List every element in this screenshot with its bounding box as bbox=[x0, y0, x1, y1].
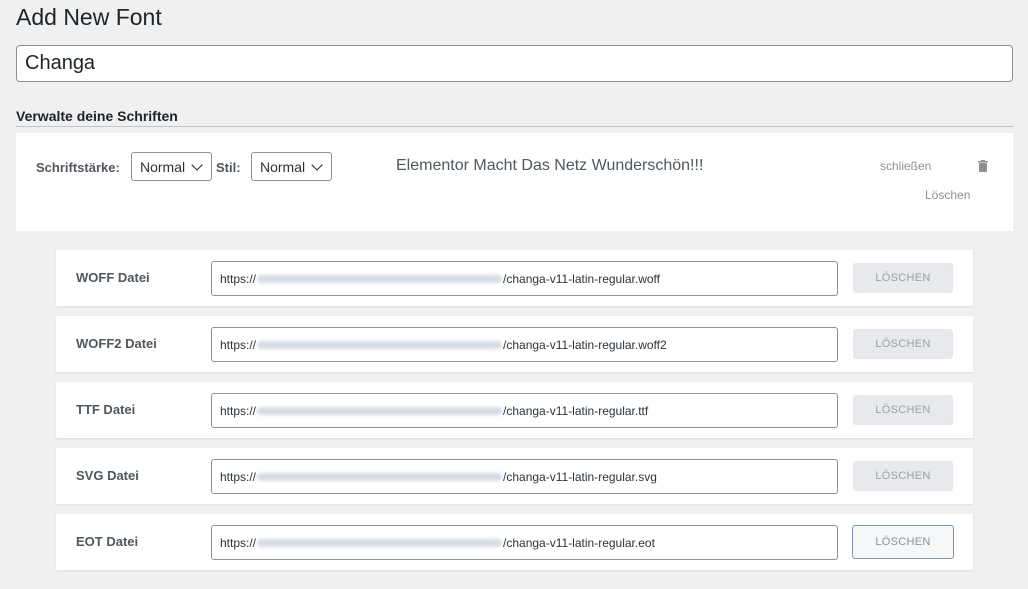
url-prefix: https:// bbox=[220, 337, 257, 352]
url-filename: /changa-v11-latin-regular.woff bbox=[503, 271, 661, 286]
page-title: Add New Font bbox=[16, 4, 162, 30]
url-filename: /changa-v11-latin-regular.ttf bbox=[503, 403, 649, 418]
url-filename: /changa-v11-latin-regular.woff2 bbox=[503, 337, 667, 352]
delete-file-button[interactable]: LÖSCHEN bbox=[853, 329, 953, 359]
font-files-area: WOFF Datei https:// /changa-v11-latin-re… bbox=[16, 231, 1013, 589]
manage-fonts-heading: Verwalte deine Schriften bbox=[16, 108, 1013, 127]
delete-file-button[interactable]: LÖSCHEN bbox=[853, 263, 953, 293]
file-label: WOFF Datei bbox=[76, 270, 150, 285]
style-select-value: Normal bbox=[260, 158, 306, 175]
file-url-input[interactable]: https:// /changa-v11-latin-regular.svg bbox=[211, 459, 838, 494]
font-name-input[interactable] bbox=[16, 45, 1013, 82]
delete-file-button[interactable]: LÖSCHEN bbox=[853, 395, 953, 425]
file-label: SVG Datei bbox=[76, 468, 139, 483]
redacted-url-part bbox=[257, 406, 503, 415]
file-label: TTF Datei bbox=[76, 402, 136, 417]
weight-label: Schriftstärke: bbox=[36, 160, 120, 175]
file-label: WOFF2 Datei bbox=[76, 336, 157, 351]
file-url-input[interactable]: https:// /changa-v11-latin-regular.ttf bbox=[211, 393, 838, 428]
weight-select[interactable]: Normal bbox=[131, 152, 212, 181]
weight-select-value: Normal bbox=[140, 158, 186, 175]
redacted-url-part bbox=[257, 340, 503, 349]
delete-variation-link[interactable]: Löschen bbox=[925, 188, 970, 202]
url-prefix: https:// bbox=[220, 271, 257, 286]
delete-file-button[interactable]: LÖSCHEN bbox=[853, 461, 953, 491]
file-label: EOT Datei bbox=[76, 534, 139, 549]
font-preview-text: Elementor Macht Das Netz Wunderschön!!! bbox=[396, 157, 704, 174]
font-variation-header: Schriftstärke: Normal Stil: Normal Eleme… bbox=[16, 133, 1013, 231]
style-label: Stil: bbox=[216, 160, 241, 175]
chevron-down-icon bbox=[191, 158, 203, 171]
file-url-input[interactable]: https:// /changa-v11-latin-regular.eot bbox=[211, 525, 838, 560]
redacted-url-part bbox=[257, 472, 503, 481]
close-link[interactable]: schließen bbox=[880, 159, 931, 173]
file-row-svg: SVG Datei https:// /changa-v11-latin-reg… bbox=[56, 448, 973, 504]
file-row-woff: WOFF Datei https:// /changa-v11-latin-re… bbox=[56, 250, 973, 306]
file-row-ttf: TTF Datei https:// /changa-v11-latin-reg… bbox=[56, 382, 973, 438]
url-filename: /changa-v11-latin-regular.eot bbox=[503, 535, 655, 550]
chevron-down-icon bbox=[311, 158, 323, 171]
file-row-eot: EOT Datei https:// /changa-v11-latin-reg… bbox=[56, 514, 973, 570]
url-prefix: https:// bbox=[220, 403, 257, 418]
delete-file-button[interactable]: LÖSCHEN bbox=[852, 525, 954, 559]
redacted-url-part bbox=[257, 538, 503, 547]
url-prefix: https:// bbox=[220, 535, 257, 550]
file-url-input[interactable]: https:// /changa-v11-latin-regular.woff bbox=[211, 261, 838, 296]
style-select[interactable]: Normal bbox=[251, 152, 332, 181]
file-url-input[interactable]: https:// /changa-v11-latin-regular.woff2 bbox=[211, 327, 838, 362]
url-filename: /changa-v11-latin-regular.svg bbox=[503, 469, 657, 484]
redacted-url-part bbox=[257, 274, 503, 283]
file-row-woff2: WOFF2 Datei https:// /changa-v11-latin-r… bbox=[56, 316, 973, 372]
url-prefix: https:// bbox=[220, 469, 257, 484]
trash-icon[interactable] bbox=[978, 160, 988, 172]
